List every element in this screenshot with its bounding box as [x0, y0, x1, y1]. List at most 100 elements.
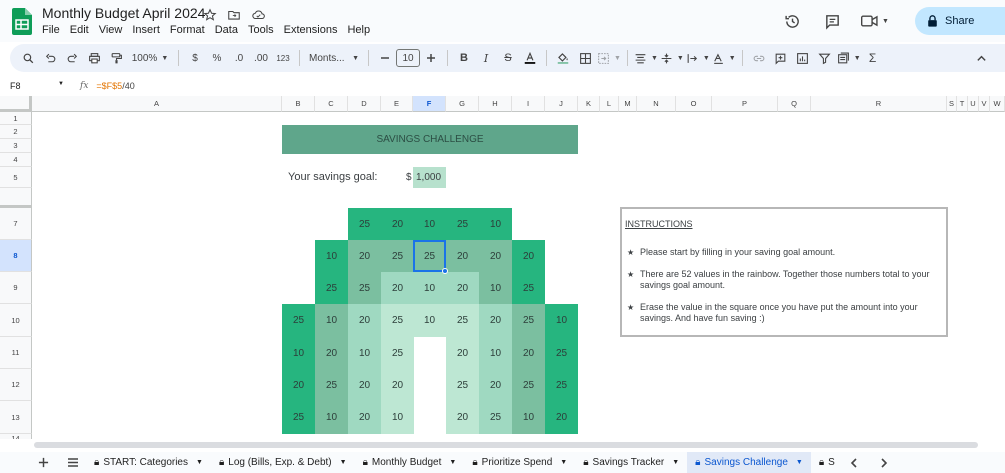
row-header-12[interactable]: 12	[0, 369, 32, 401]
rainbow-cell-i8[interactable]: 20	[512, 240, 545, 272]
menu-help[interactable]: Help	[347, 24, 370, 36]
sheet-tab-log[interactable]: 🔒︎ Log (Bills, Exp. & Debt) ▼	[211, 452, 355, 473]
rainbow-cell-d11[interactable]: 10	[348, 337, 381, 369]
insert-link-icon[interactable]	[749, 47, 769, 69]
scrollbar-thumb[interactable]	[34, 442, 978, 448]
rainbow-cell-e10[interactable]: 25	[381, 304, 414, 337]
column-header-i[interactable]: I	[512, 96, 545, 112]
column-header-w[interactable]: W	[990, 96, 1005, 112]
rainbow-cell-h13[interactable]: 25	[479, 401, 512, 434]
rainbow-cell-c11[interactable]: 20	[315, 337, 348, 369]
sheet-tab-prioritize-spend[interactable]: 🔒︎ Prioritize Spend ▼	[464, 452, 575, 473]
menu-file[interactable]: File	[42, 24, 60, 36]
rainbow-cell-i10[interactable]: 25	[512, 304, 545, 337]
fill-color-icon[interactable]	[553, 47, 573, 69]
column-header-k[interactable]: K	[578, 96, 600, 112]
percent-format-button[interactable]: %	[207, 47, 227, 69]
column-header-t[interactable]: T	[957, 96, 968, 112]
rainbow-cell-c9[interactable]: 25	[315, 272, 348, 304]
version-history-icon[interactable]	[777, 6, 807, 36]
decrease-font-size-icon[interactable]	[375, 47, 395, 69]
merge-cells-icon[interactable]: ▼	[597, 47, 621, 69]
rainbow-cell-e9[interactable]: 20	[381, 272, 414, 304]
sheets-logo-icon[interactable]	[12, 8, 32, 35]
functions-icon[interactable]: Σ	[863, 47, 883, 69]
row-header-5[interactable]: 5	[0, 167, 32, 188]
column-header-h[interactable]: H	[479, 96, 512, 112]
column-header-g[interactable]: G	[446, 96, 479, 112]
horizontal-scrollbar[interactable]	[32, 441, 980, 449]
rainbow-cell-g10[interactable]: 25	[446, 304, 479, 337]
print-icon[interactable]	[84, 47, 104, 69]
column-header-e[interactable]: E	[381, 96, 413, 112]
select-all-corner[interactable]	[0, 96, 32, 112]
sheet-tab-savings-tracker[interactable]: 🔒︎ Savings Tracker ▼	[575, 452, 687, 473]
rainbow-cell-c8[interactable]: 10	[315, 240, 348, 272]
menu-tools[interactable]: Tools	[248, 24, 274, 36]
rainbow-cell-f7[interactable]: 10	[413, 208, 446, 240]
horizontal-align-icon[interactable]: ▼	[634, 47, 658, 69]
rainbow-cell-d13[interactable]: 20	[348, 401, 381, 434]
rainbow-cell-h10[interactable]: 20	[479, 304, 512, 337]
row-header-11[interactable]: 11	[0, 337, 32, 369]
rainbow-cell-d12[interactable]: 20	[348, 369, 381, 401]
insert-chart-icon[interactable]	[793, 47, 813, 69]
sheet-tab-next-partial[interactable]: 🔒︎ S	[811, 452, 837, 473]
currency-format-button[interactable]: $	[185, 47, 205, 69]
scroll-tabs-right-icon[interactable]	[871, 457, 897, 468]
rainbow-cell-j11[interactable]: 25	[545, 337, 578, 369]
name-box[interactable]: F8 ▼	[0, 81, 70, 91]
rainbow-cell-b12[interactable]: 20	[282, 369, 315, 401]
italic-icon[interactable]: I	[476, 47, 496, 69]
rainbow-cell-h8[interactable]: 20	[479, 240, 512, 272]
menu-insert[interactable]: Insert	[132, 24, 160, 36]
menu-format[interactable]: Format	[170, 24, 205, 36]
rainbow-cell-i13[interactable]: 10	[512, 401, 545, 434]
rainbow-cell-g13[interactable]: 20	[446, 401, 479, 434]
column-header-l[interactable]: L	[600, 96, 619, 112]
column-header-p[interactable]: P	[712, 96, 778, 112]
paint-format-icon[interactable]	[106, 47, 126, 69]
rainbow-cell-b10[interactable]: 25	[282, 304, 315, 337]
rainbow-cell-i12[interactable]: 25	[512, 369, 545, 401]
undo-icon[interactable]	[40, 47, 60, 69]
strikethrough-icon[interactable]: S	[498, 47, 518, 69]
rainbow-cell-e8[interactable]: 25	[381, 240, 414, 272]
rainbow-cell-f8-selected[interactable]: 25	[413, 240, 446, 272]
sheet-tab-savings-challenge[interactable]: 🔒︎ Savings Challenge ▼	[687, 452, 811, 473]
fill-handle[interactable]	[442, 268, 448, 274]
rainbow-cell-b13[interactable]: 25	[282, 401, 315, 434]
rainbow-cell-e7[interactable]: 20	[381, 208, 414, 240]
rainbow-cell-j12[interactable]: 25	[545, 369, 578, 401]
rainbow-cell-c12[interactable]: 25	[315, 369, 348, 401]
rainbow-cell-c10[interactable]: 10	[315, 304, 348, 337]
rainbow-cell-d7[interactable]: 25	[348, 208, 381, 240]
column-header-a[interactable]: A	[32, 96, 282, 112]
column-header-s[interactable]: S	[947, 96, 957, 112]
rainbow-cell-f9[interactable]: 10	[413, 272, 446, 304]
rainbow-cell-g7[interactable]: 25	[446, 208, 479, 240]
increase-decimal-button[interactable]: .00	[251, 47, 271, 69]
rainbow-cell-g8[interactable]: 20	[446, 240, 479, 272]
document-title[interactable]: Monthly Budget April 2024	[42, 5, 205, 21]
increase-font-size-icon[interactable]	[421, 47, 441, 69]
bold-icon[interactable]: B	[454, 47, 474, 69]
move-folder-icon[interactable]	[225, 6, 243, 24]
row-header-14[interactable]: 14	[0, 434, 32, 439]
row-header-8[interactable]: 8	[0, 240, 32, 272]
column-header-m[interactable]: M	[619, 96, 637, 112]
filter-views-icon[interactable]: ▼	[837, 47, 861, 69]
row-header-10[interactable]: 10	[0, 304, 32, 337]
sheet-grid[interactable]: A B C D E F G H I J K L M N O P Q R S T …	[0, 96, 1005, 439]
column-header-v[interactable]: V	[979, 96, 990, 112]
rainbow-cell-j13[interactable]: 20	[545, 401, 578, 434]
rainbow-cell-e11[interactable]: 25	[381, 337, 414, 369]
redo-icon[interactable]	[62, 47, 82, 69]
menu-data[interactable]: Data	[215, 24, 238, 36]
text-color-icon[interactable]	[520, 47, 540, 69]
comments-icon[interactable]	[817, 6, 847, 36]
number-format-button[interactable]: 123	[273, 47, 293, 69]
rainbow-cell-d8[interactable]: 20	[348, 240, 381, 272]
column-header-b[interactable]: B	[282, 96, 315, 112]
rainbow-cell-h7[interactable]: 10	[479, 208, 512, 240]
